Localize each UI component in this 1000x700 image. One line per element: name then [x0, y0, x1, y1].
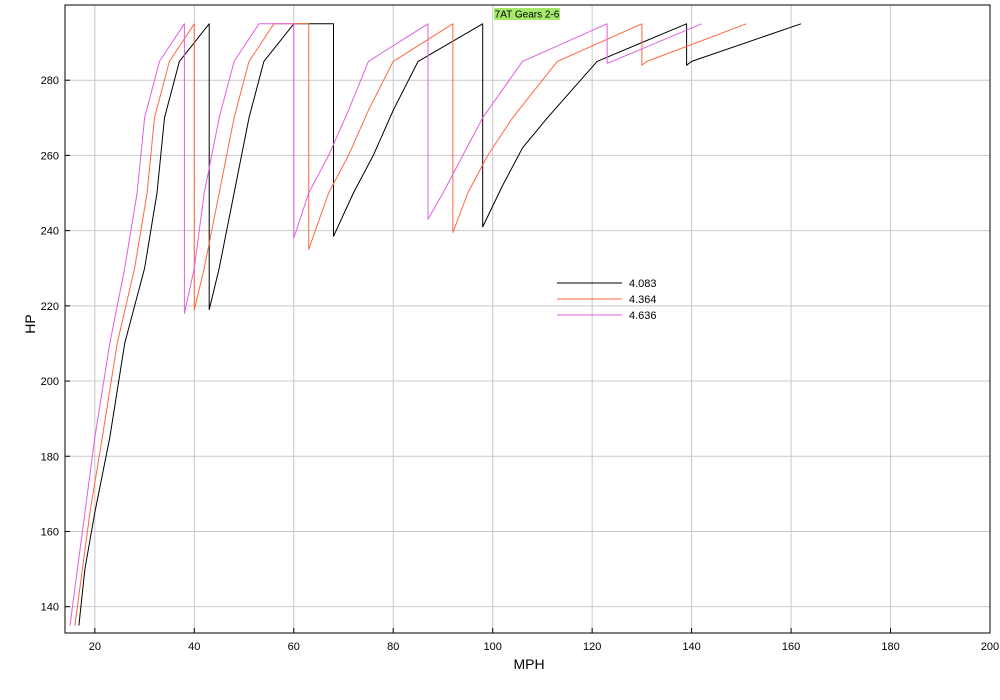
x-tick-label: 200 — [981, 641, 999, 653]
legend-label: 4.636 — [629, 310, 657, 322]
x-tick-label: 120 — [583, 641, 601, 653]
y-tick-label: 140 — [41, 602, 59, 614]
y-tick-label: 220 — [41, 301, 59, 313]
legend: 4.083 4.364 4.636 — [557, 278, 657, 322]
x-tick-label: 60 — [288, 641, 300, 653]
series-line-4.083 — [78, 23, 802, 626]
y-tick-label: 200 — [41, 376, 59, 388]
y-tick-label: 160 — [41, 526, 59, 538]
x-tick-label: 20 — [89, 641, 101, 653]
y-axis-title: HP — [22, 314, 38, 333]
x-axis-title: MPH — [513, 656, 544, 672]
y-tick-label: 240 — [41, 226, 59, 238]
x-tick-label: 140 — [682, 641, 700, 653]
legend-label: 4.364 — [629, 294, 657, 306]
y-tick-label: 280 — [41, 75, 59, 87]
x-tick-label: 180 — [881, 641, 899, 653]
legend-label: 4.083 — [629, 278, 657, 290]
series-line-4.364 — [74, 23, 747, 626]
y-tick-label: 180 — [41, 451, 59, 463]
hp-vs-mph-chart: 20 40 60 80 100 120 140 160 180 200 140 160 180 200 22… — [22, 4, 999, 672]
x-tick-label: 160 — [782, 641, 800, 653]
chart-title-badge: 7AT Gears 2-6 — [494, 8, 560, 21]
x-tick-label: 100 — [484, 641, 502, 653]
x-tick-label: 40 — [188, 641, 200, 653]
y-tick-label: 260 — [41, 150, 59, 162]
chart-title: 7AT Gears 2-6 — [495, 10, 560, 21]
series-line-4.636 — [69, 23, 702, 626]
x-tick-label: 80 — [387, 641, 399, 653]
